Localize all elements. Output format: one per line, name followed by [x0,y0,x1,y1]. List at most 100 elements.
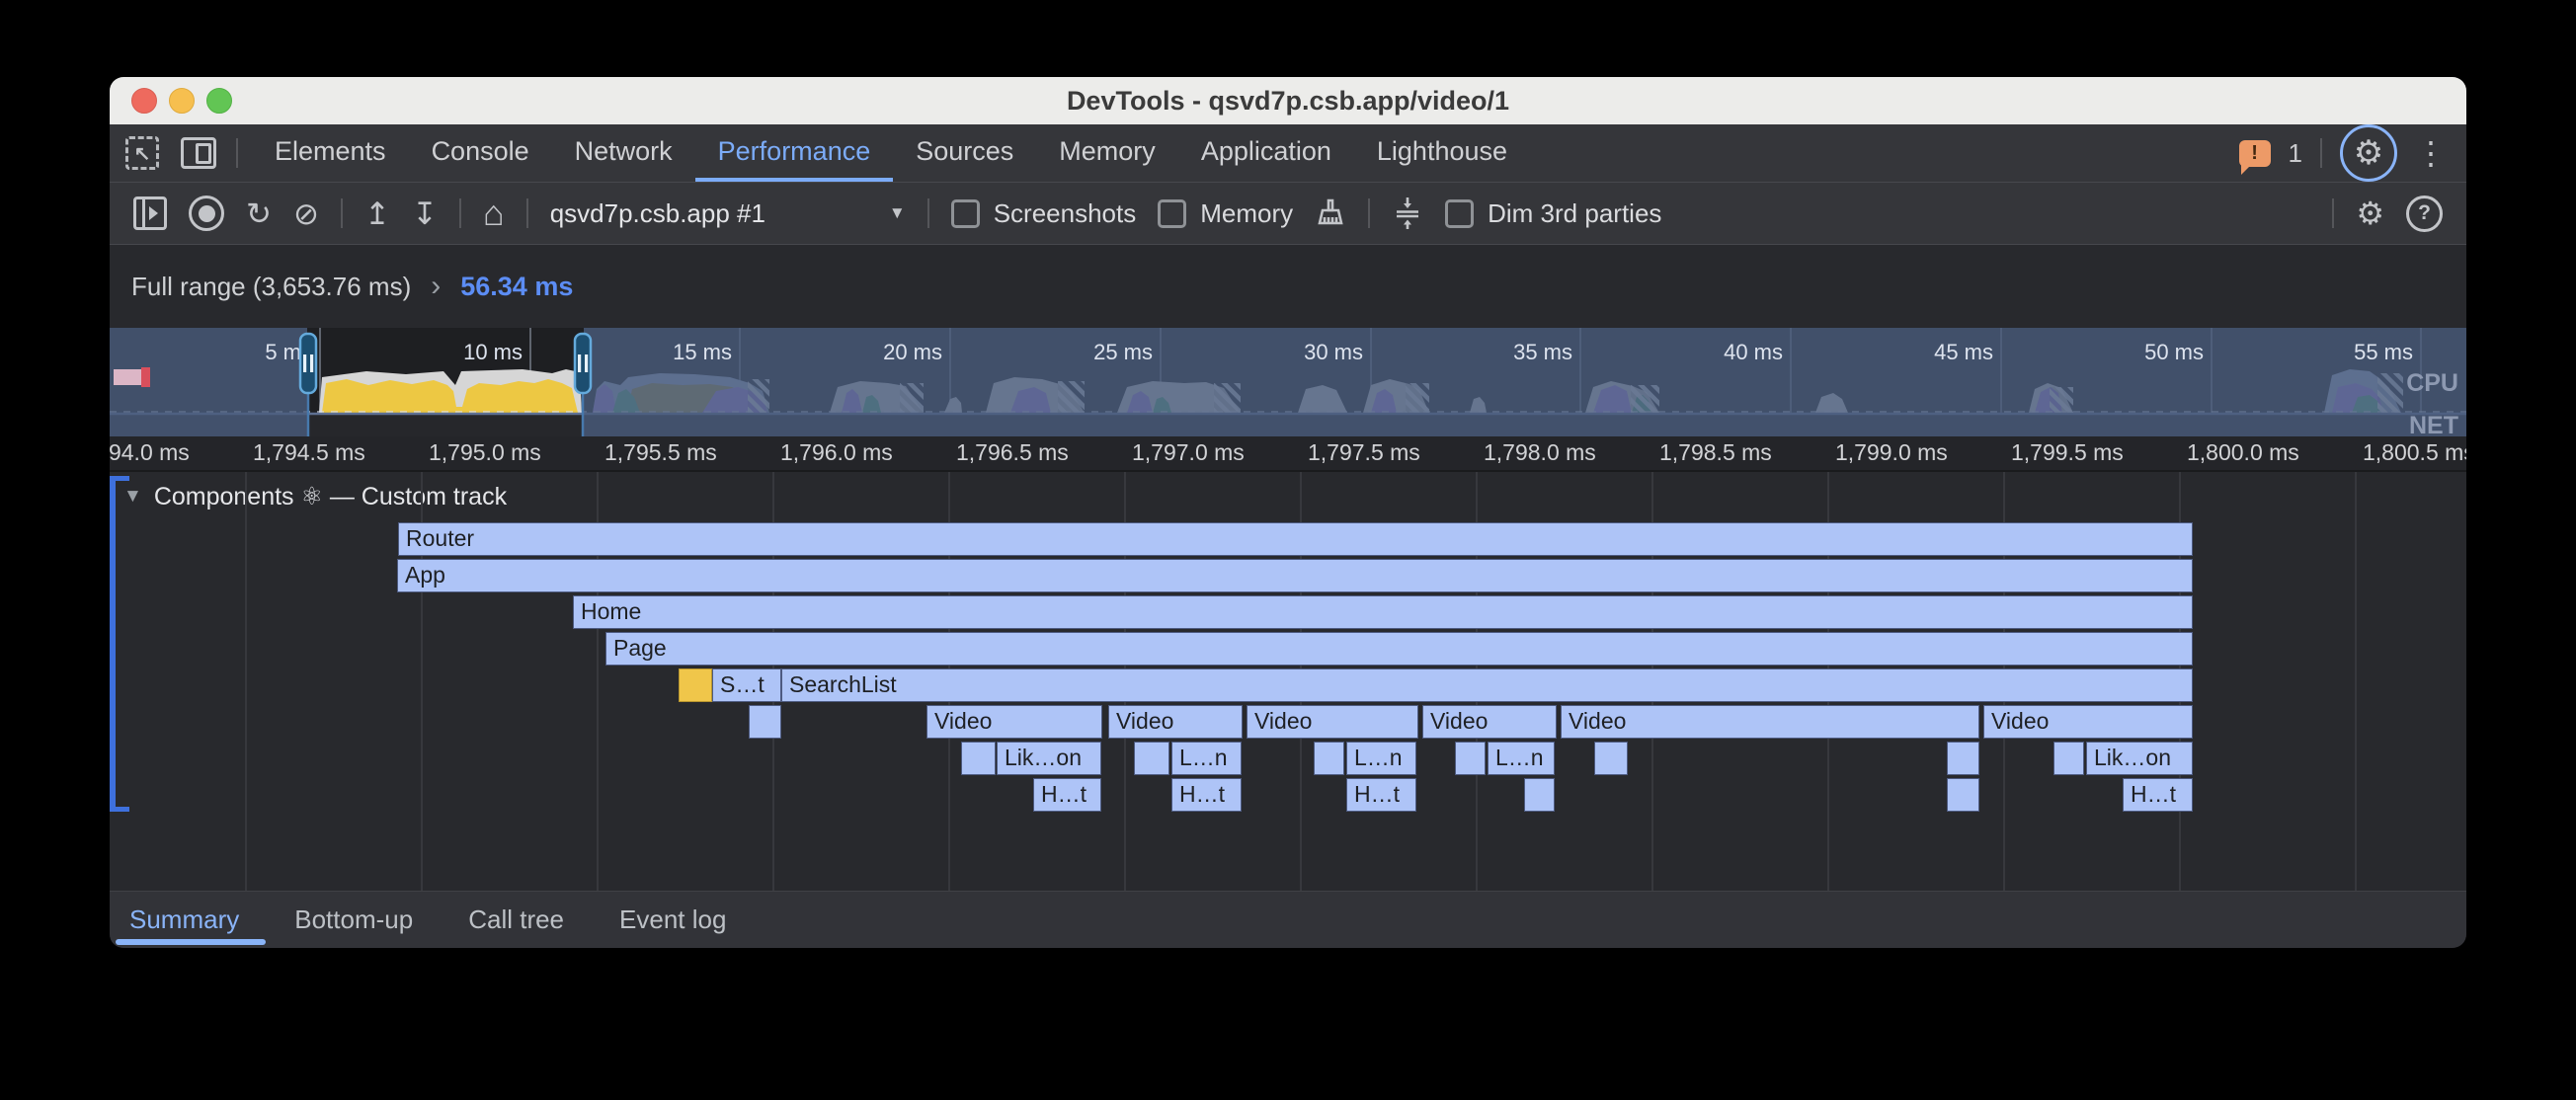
track-header[interactable]: ▼ Components ⚛ — Custom track [123,482,507,511]
details-tab-event-log[interactable]: Event log [619,904,726,935]
collect-garbage-button[interactable] [1315,197,1346,229]
range-handle-left[interactable] [300,334,316,393]
flame-bar[interactable]: Video [1422,705,1557,739]
live-metrics-button[interactable]: ⌂ [483,196,505,231]
flame-bar[interactable] [1524,778,1555,812]
flame-bar[interactable]: Router [398,522,2193,556]
tab-network[interactable]: Network [552,124,695,182]
flame-bar[interactable]: Lik…on [2086,742,2193,775]
flame-bar[interactable]: App [397,559,2193,592]
flame-bar[interactable] [679,668,712,702]
chevron-down-icon: ▼ [889,203,906,223]
flame-bar[interactable]: L…n [1346,742,1416,775]
tab-performance[interactable]: Performance [695,124,894,182]
separator [341,198,343,228]
flame-bar[interactable]: H…t [1033,778,1101,812]
upload-profile-button[interactable]: ↥ [364,198,390,229]
flame-bar[interactable] [1594,742,1628,775]
flame-bar[interactable] [1134,742,1169,775]
separator [526,198,528,228]
tabbar-right-controls: ! 1 ⚙ ⋮ [2239,124,2447,182]
flame-bar[interactable]: H…t [1171,778,1242,812]
clear-button[interactable]: ⊘ [293,198,319,229]
ruler-label: 1,800.0 ms [2187,439,2299,466]
history-dropdown[interactable]: qsvd7p.csb.app #1 ▼ [550,198,906,229]
breadcrumb-selection[interactable]: 56.34 ms [460,272,573,302]
flame-bar[interactable]: H…t [2123,778,2193,812]
separator [2320,138,2322,168]
flame-bar[interactable] [1455,742,1486,775]
collapse-sanity-button[interactable] [1392,196,1423,230]
ruler-label: 1,799.0 ms [1835,439,1948,466]
tab-memory[interactable]: Memory [1036,124,1178,182]
flame-bar[interactable] [1947,742,1979,775]
ruler-label: 1,798.5 ms [1659,439,1772,466]
details-tab-bottom-up[interactable]: Bottom-up [294,904,413,935]
range-handle-right[interactable] [575,334,591,393]
tab-lighthouse[interactable]: Lighthouse [1354,124,1530,182]
toggle-sidebar-button[interactable] [133,196,167,230]
flame-chart[interactable]: ▼ Components ⚛ — Custom track RouterAppH… [110,472,2466,891]
flame-bar[interactable]: H…t [1346,778,1416,812]
flame-bar[interactable]: Video [926,705,1102,739]
screenshots-option[interactable]: Screenshots [951,198,1137,229]
flame-bar[interactable]: Video [1561,705,1979,739]
track-selection-bracket [110,476,129,812]
dim-3rd-parties-checkbox[interactable] [1445,199,1474,228]
flame-bar[interactable]: Video [1247,705,1418,739]
inspect-element-button[interactable]: ↖ [125,136,159,170]
ruler-label: 1,799.5 ms [2011,439,2124,466]
details-tab-summary[interactable]: Summary [129,904,239,935]
flame-bar[interactable]: Page [605,632,2193,666]
help-button[interactable]: ? [2406,196,2443,232]
triangle-down-icon: ▼ [123,486,142,508]
minimap-time-label: 25 ms [1093,340,1153,364]
settings-button[interactable]: ⚙ [2340,124,2397,182]
panel-left-icon [133,196,167,230]
performance-toolbar: ↻ ⊘ ↥ ↧ ⌂ qsvd7p.csb.app #1 ▼ Screenshot… [110,183,2466,245]
breadcrumb-full-range[interactable]: Full range (3,653.76 ms) [131,272,411,302]
flame-bar[interactable] [961,742,996,775]
tab-elements[interactable]: Elements [252,124,409,182]
record-button[interactable] [189,196,224,231]
minimap-time-label: 15 ms [673,340,732,364]
memory-checkbox[interactable] [1158,199,1186,228]
flame-bar[interactable]: Home [573,595,2193,629]
flame-bar[interactable] [1947,778,1979,812]
device-toolbar-button[interactable] [181,137,216,169]
flame-bar[interactable]: Video [1108,705,1243,739]
error-badge-icon[interactable]: ! [2239,140,2271,167]
timeline-minimap[interactable]: 5 ms10 ms15 ms20 ms25 ms30 ms35 ms40 ms4… [110,328,2466,436]
screenshots-checkbox[interactable] [951,199,980,228]
tab-console[interactable]: Console [409,124,552,182]
window-titlebar[interactable]: DevTools - qsvd7p.csb.app/video/1 [110,77,2466,124]
more-options-button[interactable]: ⋮ [2415,134,2447,172]
gear-icon: ⚙ [2354,136,2383,170]
reload-and-record-button[interactable]: ↻ [246,198,272,229]
download-profile-button[interactable]: ↧ [412,198,438,229]
window-title: DevTools - qsvd7p.csb.app/video/1 [110,86,2466,117]
flame-bar[interactable]: Video [1983,705,2193,739]
cpu-lane-label: CPU [2406,369,2458,397]
memory-label: Memory [1200,198,1293,229]
flame-bar[interactable]: L…n [1171,742,1242,775]
flame-bar[interactable]: Lik…on [997,742,1101,775]
flame-bar[interactable] [2053,742,2084,775]
flame-bar[interactable] [1314,742,1344,775]
memory-option[interactable]: Memory [1158,198,1293,229]
garbage-brush-icon [1315,197,1346,229]
dim-3rd-parties-option[interactable]: Dim 3rd parties [1445,198,1661,229]
tab-application[interactable]: Application [1178,124,1354,182]
capture-settings-button[interactable]: ⚙ [2356,197,2384,229]
flame-bar[interactable]: S…t [712,668,781,702]
history-dropdown-label: qsvd7p.csb.app #1 [550,198,765,229]
flame-bar[interactable] [749,705,781,739]
active-tab-underline [116,939,266,945]
ruler-label: 1,795.5 ms [604,439,717,466]
minimap-time-label: 35 ms [1513,340,1572,364]
flame-bar[interactable]: SearchList [781,668,2193,702]
tab-sources[interactable]: Sources [893,124,1036,182]
details-tab-call-tree[interactable]: Call tree [468,904,564,935]
flame-bar[interactable]: L…n [1488,742,1555,775]
dim-3rd-parties-label: Dim 3rd parties [1488,198,1661,229]
